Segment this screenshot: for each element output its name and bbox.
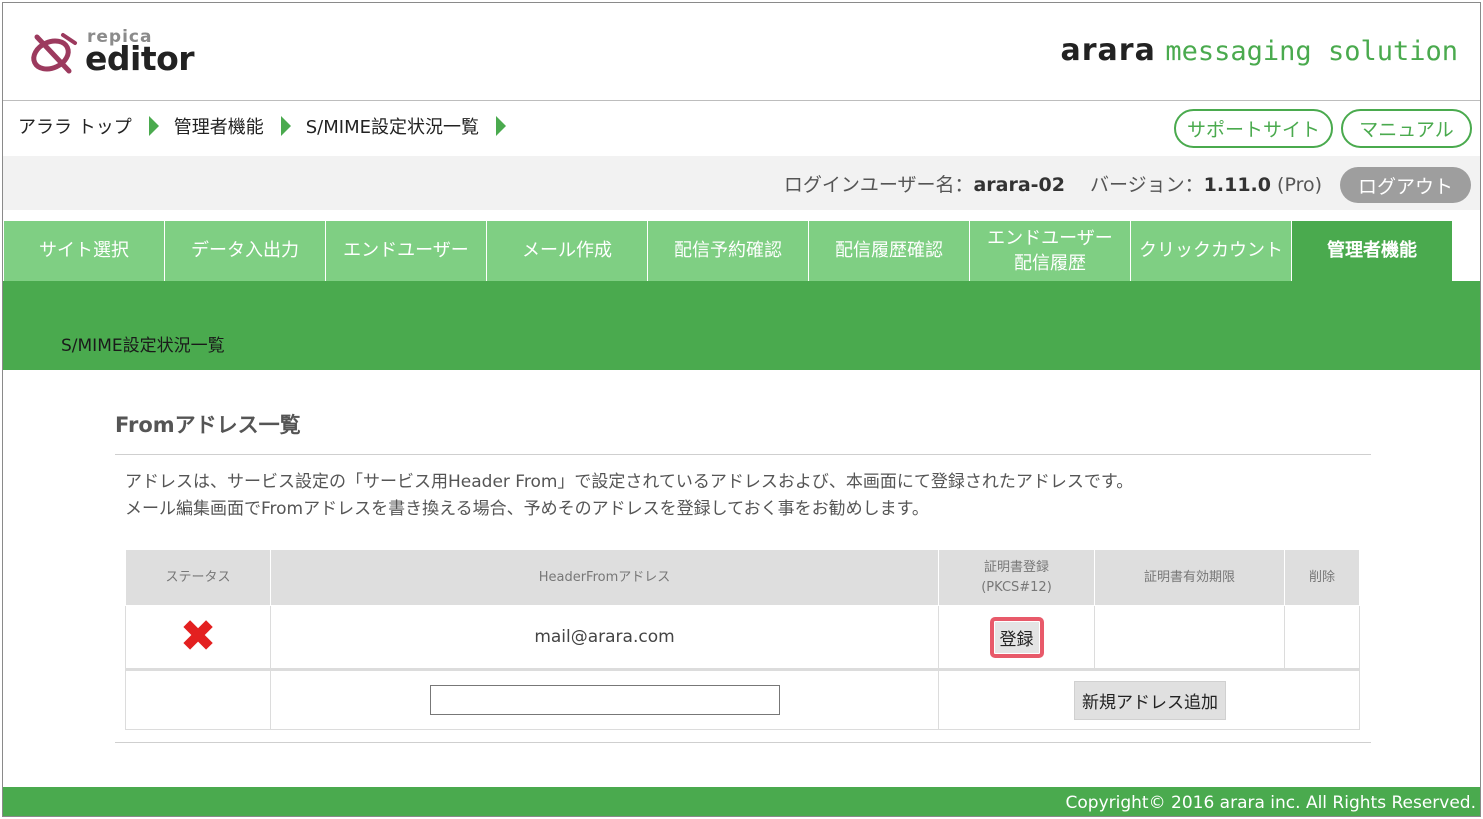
x-mark-icon: ✖ (179, 611, 217, 662)
brand-name: arara (1060, 33, 1156, 68)
table-row: ✖ mail@arara.com 登録 (125, 605, 1360, 670)
new-address-input[interactable] (429, 685, 780, 715)
logout-button[interactable]: ログアウト (1340, 167, 1471, 203)
register-button[interactable]: 登録 (994, 621, 1039, 653)
brand-tagline: messaging solution (1165, 36, 1458, 67)
section-description: アドレスは、サービス設定の「サービス用Header From」で設定されているア… (125, 469, 1133, 523)
add-new-address-button[interactable]: 新規アドレス追加 (1074, 680, 1226, 720)
register-button-highlight: 登録 (989, 616, 1044, 658)
table-header-row: ステータス HeaderFromアドレス 証明書登録 (PKCS#12) 証明書有… (125, 549, 1360, 606)
logo-icon (31, 33, 77, 74)
version-number: 1.11.0 (1203, 174, 1271, 196)
app-window: repica editor arara messaging solution ア… (2, 2, 1481, 817)
tab-end-user-delivery-history[interactable]: エンドユーザー 配信履歴 (970, 221, 1130, 281)
status-cell: ✖ (125, 605, 271, 670)
column-header-status: ステータス (125, 549, 271, 606)
tab-end-user[interactable]: エンドユーザー (326, 221, 486, 281)
login-user-name: arara-02 (973, 174, 1065, 196)
logo-large-text: editor (85, 39, 195, 78)
tab-click-count[interactable]: クリックカウント (1131, 221, 1291, 281)
cert-register-sublabel: (PKCS#12) (981, 579, 1052, 595)
cert-register-label: 証明書登録 (983, 559, 1049, 575)
repica-editor-logo[interactable]: repica editor (29, 27, 209, 83)
column-header-address: HeaderFromアドレス (270, 549, 939, 606)
page-title-bar: S/MIME設定状況一覧 (3, 281, 1480, 370)
add-address-cell: 新規アドレス追加 (938, 668, 1360, 730)
copyright-text: Copyright© 2016 arara inc. All Rights Re… (1065, 793, 1476, 813)
support-site-button[interactable]: サポートサイト (1174, 109, 1333, 148)
description-line: アドレスは、サービス設定の「サービス用Header From」で設定されているア… (125, 472, 1134, 492)
breadcrumb-bar: アララ トップ 管理者機能 S/MIME設定状況一覧 サポートサイト マニュアル (3, 102, 1480, 156)
tab-site-select[interactable]: サイト選択 (4, 221, 164, 281)
chevron-right-icon (495, 116, 506, 136)
user-info-bar: ログインユーザー名：arara-02 バージョン：1.11.0 (Pro) ログ… (3, 156, 1480, 210)
chevron-right-icon (148, 116, 159, 136)
description-line: メール編集画面でFromアドレスを書き換える場合、予めそのアドレスを登録しておく… (125, 499, 929, 519)
manual-button[interactable]: マニュアル (1341, 109, 1472, 148)
breadcrumb: アララ トップ 管理者機能 S/MIME設定状況一覧 (18, 113, 521, 139)
tab-delivery-schedule[interactable]: 配信予約確認 (648, 221, 808, 281)
column-header-cert-expiry: 証明書有効期限 (1094, 549, 1285, 606)
tab-data-io[interactable]: データ入出力 (165, 221, 325, 281)
footer: Copyright© 2016 arara inc. All Rights Re… (3, 787, 1480, 816)
cert-register-cell: 登録 (938, 605, 1095, 670)
section-title: Fromアドレス一覧 (115, 413, 301, 437)
breadcrumb-item-top[interactable]: アララ トップ (18, 113, 132, 139)
chevron-right-icon (280, 116, 291, 136)
breadcrumb-item-current[interactable]: S/MIME設定状況一覧 (306, 113, 479, 139)
user-info: ログインユーザー名：arara-02 バージョン：1.11.0 (Pro) (784, 170, 1322, 197)
column-header-delete: 削除 (1284, 549, 1360, 606)
login-user-label: ログインユーザー名： (783, 174, 974, 196)
page-title: S/MIME設定状況一覧 (61, 336, 225, 356)
divider (115, 742, 1371, 743)
new-address-input-cell (270, 668, 939, 730)
header: repica editor arara messaging solution (3, 3, 1480, 101)
tab-mail-compose[interactable]: メール作成 (487, 221, 647, 281)
divider (115, 454, 1371, 455)
version-label: バージョン： (1090, 174, 1204, 196)
from-address-table: ステータス HeaderFromアドレス 証明書登録 (PKCS#12) 証明書有… (125, 549, 1360, 730)
version-edition: (Pro) (1277, 174, 1322, 196)
cert-expiry-cell (1094, 605, 1285, 670)
empty-cell (125, 668, 271, 730)
main-nav-tabs: サイト選択 データ入出力 エンドユーザー メール作成 配信予約確認 配信履歴確認… (3, 221, 1480, 281)
tab-delivery-history[interactable]: 配信履歴確認 (809, 221, 969, 281)
breadcrumb-item-admin[interactable]: 管理者機能 (174, 113, 264, 139)
column-header-cert-register: 証明書登録 (PKCS#12) (938, 549, 1095, 606)
delete-cell (1284, 605, 1360, 670)
tab-admin[interactable]: 管理者機能 (1292, 221, 1452, 281)
new-address-row: 新規アドレス追加 (125, 668, 1360, 730)
address-cell: mail@arara.com (270, 605, 939, 670)
brand-logo: arara messaging solution (1061, 33, 1458, 68)
